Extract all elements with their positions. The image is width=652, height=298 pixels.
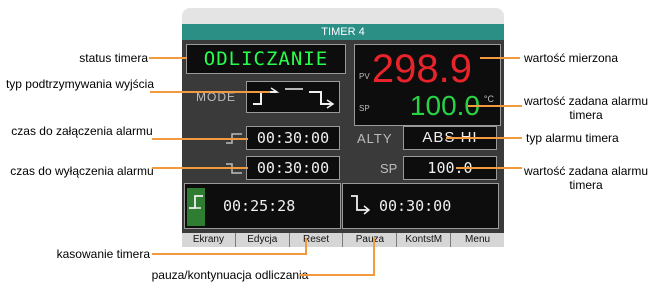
annotation-timer-status: status timera [79,51,148,65]
leader-line [446,137,522,139]
annotation-timer-alarm-setpoint: wartość zadana alarmu timera [523,94,649,122]
annotation-timer-alarm-type: typ alarmu timera [526,131,619,145]
leader-line [152,253,307,255]
alarm-type-label: ALTY [357,131,393,146]
softkey-menu[interactable]: Menu [451,233,504,247]
measurement-panel: PV 298.9 SP 100.0 °C [354,44,501,126]
annotation-output-hold-type: typ podtrzymywania wyjścia [5,77,155,91]
softkey-pause[interactable]: Pauza [343,233,398,247]
rising-edge-icon [189,195,203,209]
alarm-off-delay-field[interactable]: 00:30:00 [246,156,340,180]
leader-line [300,274,375,276]
timer-status-display: ODLICZANIE [186,44,346,74]
leader-line [150,91,270,93]
softkey-kontstm[interactable]: KontstM [397,233,452,247]
softkey-screens[interactable]: Ekrany [182,233,236,247]
sp-tag: SP [359,104,370,113]
remaining-time-panel: 00:30:00 [342,183,499,229]
leader-line [152,167,248,169]
softkey-reset[interactable]: Reset [290,233,344,247]
unit-label: °C [483,94,494,104]
alarm-on-delay-field[interactable]: 00:30:00 [246,126,340,150]
leader-line [149,57,187,59]
leader-line [152,138,248,140]
pv-tag: PV [359,72,370,81]
leader-line [468,105,522,107]
softkey-bar: Ekrany Edycja Reset Pauza KontstM Menu [182,233,504,247]
elapsed-time: 00:25:28 [223,197,296,215]
device-bezel [182,8,504,24]
leader-line [305,238,307,255]
falling-edge-icon [351,195,371,215]
timer-running-indicator [187,188,205,226]
mode-selector[interactable] [246,81,340,113]
softkey-edit[interactable]: Edycja [236,233,290,247]
leader-line [456,167,522,169]
elapsed-time-panel: 00:25:28 [184,183,341,229]
annotation-pause-resume: pauza/kontynuacja odliczania [151,268,309,282]
annotation-measured-value: wartość mierzona [524,51,619,65]
annotation-timer-alarm-setpoint-2: wartość zadana alarmu timera [523,164,649,192]
annotation-alarm-off-time: czas do wyłączenia alarmu [10,164,154,178]
remaining-time: 00:30:00 [379,197,452,215]
screen-title: TIMER 4 [182,24,504,40]
measured-value: 298.9 [371,47,472,91]
leader-line [373,238,375,276]
annotation-alarm-on-time: czas do załączenia alarmu [11,124,153,138]
alarm-setpoint-label: SP [380,161,398,176]
annotation-timer-reset: kasowanie timera [56,247,150,261]
output-hold-waveform-icon [253,87,335,109]
leader-line [480,57,520,59]
